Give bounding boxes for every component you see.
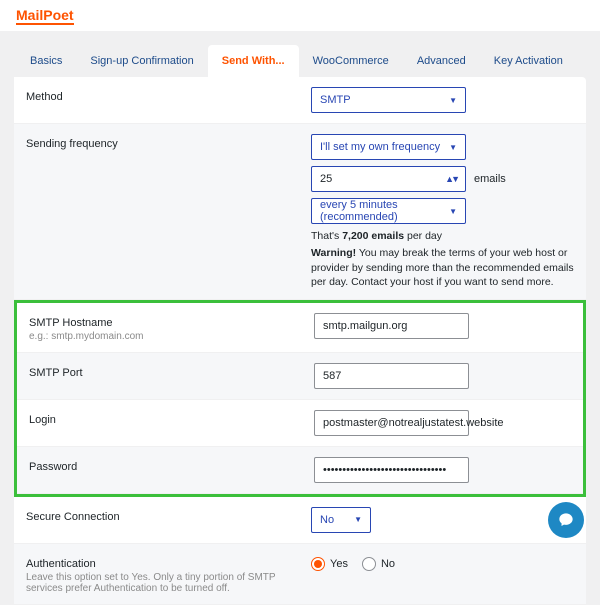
method-row: Method SMTP ▼ (14, 77, 586, 124)
radio-unchecked-icon (362, 557, 376, 571)
login-row: Login postmaster@notrealjustatest.websit… (17, 400, 583, 447)
frequency-interval-value: every 5 minutes (recommended) (320, 199, 443, 223)
authentication-yes-radio[interactable]: Yes (311, 557, 348, 571)
frequency-warning: Warning! You may break the terms of your… (311, 246, 574, 289)
frequency-count-value: 25 (320, 173, 332, 185)
frequency-label: Sending frequency (26, 138, 118, 150)
smtp-highlight-box: SMTP Hostname e.g.: smtp.mydomain.com sm… (14, 300, 586, 497)
authentication-radio-group: Yes No (311, 554, 574, 571)
method-select-value: SMTP (320, 94, 351, 106)
login-label: Login (29, 414, 56, 426)
authentication-no-label: No (381, 558, 395, 570)
login-input[interactable]: postmaster@notrealjustatest.website (314, 410, 469, 436)
tab-basics[interactable]: Basics (16, 45, 76, 77)
secure-connection-row: Secure Connection No ▼ (14, 497, 586, 544)
tab-woocommerce[interactable]: WooCommerce (299, 45, 403, 77)
tab-send-with[interactable]: Send With... (208, 45, 299, 77)
settings-tabs: Basics Sign-up Confirmation Send With...… (0, 31, 600, 77)
password-row: Password •••••••••••••••••••••••••••••••… (17, 447, 583, 494)
password-label: Password (29, 461, 77, 473)
brand-logo: MailPoet (16, 8, 74, 25)
authentication-yes-label: Yes (330, 558, 348, 570)
app-header: MailPoet (0, 0, 600, 31)
warning-label: Warning! (311, 247, 356, 259)
smtp-port-value: 587 (323, 370, 341, 382)
frequency-count-input[interactable]: 25 ▲▼ (311, 166, 466, 192)
authentication-hint: Leave this option set to Yes. Only a tin… (26, 572, 311, 594)
smtp-hostname-row: SMTP Hostname e.g.: smtp.mydomain.com sm… (17, 303, 583, 353)
frequency-count-suffix: emails (474, 173, 506, 185)
secure-connection-label: Secure Connection (26, 511, 120, 523)
smtp-hostname-hint: e.g.: smtp.mydomain.com (29, 331, 314, 342)
login-value: postmaster@notrealjustatest.website (323, 417, 504, 429)
smtp-port-label: SMTP Port (29, 367, 83, 379)
frequency-mode-select[interactable]: I'll set my own frequency ▼ (311, 134, 466, 160)
frequency-mode-value: I'll set my own frequency (320, 141, 440, 153)
password-value: •••••••••••••••••••••••••••••••• (323, 464, 446, 476)
chevron-down-icon: ▼ (354, 515, 362, 524)
smtp-port-input[interactable]: 587 (314, 363, 469, 389)
tab-key-activation[interactable]: Key Activation (480, 45, 577, 77)
authentication-row: Authentication Leave this option set to … (14, 544, 586, 605)
number-stepper-icon[interactable]: ▲▼ (445, 174, 457, 184)
tab-advanced[interactable]: Advanced (403, 45, 480, 77)
chevron-down-icon: ▼ (449, 207, 457, 216)
chevron-down-icon: ▼ (449, 96, 457, 105)
authentication-label: Authentication (26, 558, 96, 570)
secure-connection-value: No (320, 514, 334, 526)
secure-connection-select[interactable]: No ▼ (311, 507, 371, 533)
method-select[interactable]: SMTP ▼ (311, 87, 466, 113)
frequency-note: That's 7,200 emails per day (311, 230, 574, 242)
authentication-no-radio[interactable]: No (362, 557, 395, 571)
settings-panel: Method SMTP ▼ Sending frequency I'll set… (14, 77, 586, 605)
radio-checked-icon (311, 557, 325, 571)
method-label: Method (26, 91, 63, 103)
chat-bubble-icon (558, 512, 574, 528)
tab-signup-confirmation[interactable]: Sign-up Confirmation (76, 45, 207, 77)
password-input[interactable]: •••••••••••••••••••••••••••••••• (314, 457, 469, 483)
chevron-down-icon: ▼ (449, 143, 457, 152)
frequency-row: Sending frequency I'll set my own freque… (14, 124, 586, 300)
smtp-hostname-value: smtp.mailgun.org (323, 320, 407, 332)
smtp-hostname-label: SMTP Hostname (29, 317, 113, 329)
smtp-port-row: SMTP Port 587 (17, 353, 583, 400)
smtp-hostname-input[interactable]: smtp.mailgun.org (314, 313, 469, 339)
frequency-interval-select[interactable]: every 5 minutes (recommended) ▼ (311, 198, 466, 224)
help-button[interactable] (548, 502, 584, 538)
